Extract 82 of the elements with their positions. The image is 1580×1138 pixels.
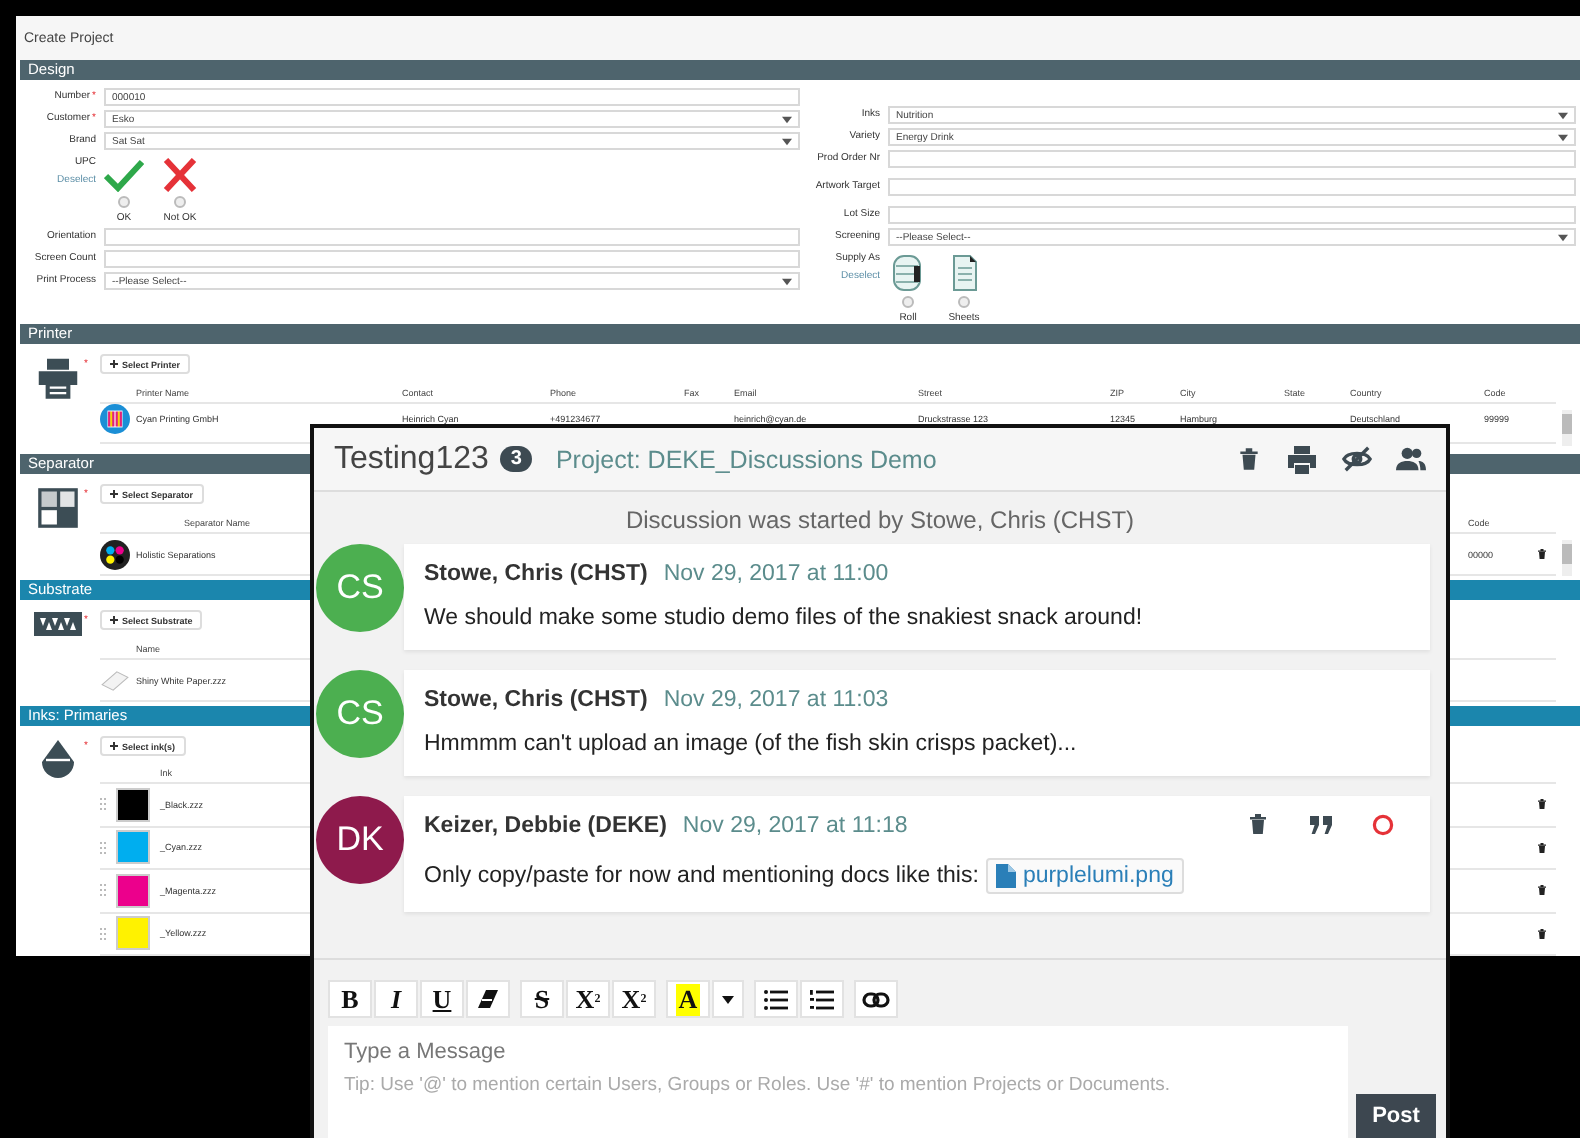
trash-icon[interactable] bbox=[1536, 884, 1548, 897]
message-time: Nov 29, 2017 at 11:00 bbox=[663, 562, 889, 586]
numbered-list-button[interactable] bbox=[800, 980, 844, 1018]
superscript-button[interactable]: X$^{2}$ bbox=[566, 980, 610, 1018]
caret-icon bbox=[782, 277, 792, 285]
plus-icon bbox=[110, 490, 118, 498]
text-field[interactable] bbox=[104, 228, 800, 246]
attachment-link[interactable]: purplelumi.png bbox=[986, 858, 1184, 894]
quote-icon[interactable] bbox=[1310, 815, 1332, 833]
caret-icon bbox=[1558, 133, 1568, 141]
circle-icon[interactable] bbox=[1372, 813, 1394, 835]
message-input[interactable]: Type a Message bbox=[344, 1038, 744, 1066]
check-icon bbox=[104, 158, 144, 192]
radio-button[interactable] bbox=[902, 296, 914, 308]
tip-text: Tip: Use '@' to mention certain Users, Groups or Roles. Use '#' to mention Projects or Documents. bbox=[344, 1074, 1173, 1096]
drag-handle-icon bbox=[100, 841, 106, 854]
text-field[interactable] bbox=[104, 250, 800, 268]
discussion-notice: Discussion was started by Stowe, Chris (CHST) bbox=[625, 506, 1135, 534]
message-text: Hmmmm can't upload an image (of the fish skin crisps packet)... bbox=[424, 732, 1077, 756]
paper-icon bbox=[100, 669, 130, 691]
message-text: Only copy/paste for now and mentioning docs like this: bbox=[424, 864, 979, 888]
message-text: We should make some studio demo files of the snakiest snack around! bbox=[424, 606, 1143, 630]
link-icon bbox=[862, 991, 890, 1007]
caret-icon bbox=[782, 115, 792, 123]
author-name: Stowe, Chris (CHST) bbox=[424, 562, 648, 586]
scrollbar[interactable] bbox=[1562, 410, 1572, 446]
drag-handle-icon bbox=[100, 927, 106, 940]
drag-handle-icon bbox=[100, 884, 106, 897]
underline-button[interactable]: U bbox=[420, 980, 464, 1018]
users-icon[interactable] bbox=[1396, 444, 1426, 474]
trash-icon[interactable] bbox=[1536, 927, 1548, 940]
printer-logo-icon bbox=[100, 404, 130, 434]
link-button[interactable] bbox=[854, 980, 898, 1018]
caret-icon bbox=[1558, 111, 1568, 119]
bullet-list-button[interactable] bbox=[754, 980, 798, 1018]
radio-button[interactable] bbox=[174, 196, 186, 208]
avatar: CS bbox=[316, 670, 404, 758]
hide-icon[interactable] bbox=[1342, 444, 1372, 474]
message-time: Nov 29, 2017 at 11:03 bbox=[663, 688, 889, 712]
trash-icon[interactable] bbox=[1536, 798, 1548, 811]
bullet-list-icon bbox=[764, 989, 788, 1009]
italic-button[interactable]: I bbox=[374, 980, 418, 1018]
message-time: Nov 29, 2017 at 11:18 bbox=[682, 814, 908, 838]
radio-button[interactable] bbox=[118, 196, 130, 208]
eraser-icon bbox=[478, 990, 498, 1008]
text-field[interactable] bbox=[888, 150, 1576, 168]
sheets-icon bbox=[951, 254, 977, 292]
scrollbar[interactable] bbox=[1562, 540, 1572, 576]
drag-handle-icon bbox=[100, 798, 106, 811]
caret-icon bbox=[1558, 233, 1568, 241]
avatar: DK bbox=[316, 796, 404, 884]
text-field[interactable] bbox=[888, 178, 1576, 196]
text-field[interactable] bbox=[888, 206, 1576, 224]
clear-format-button[interactable] bbox=[466, 980, 510, 1018]
radio-button[interactable] bbox=[958, 296, 970, 308]
printer-icon[interactable] bbox=[1286, 443, 1318, 475]
dropdown-button[interactable] bbox=[712, 980, 744, 1018]
bold-button[interactable]: B bbox=[328, 980, 372, 1018]
avatar: CS bbox=[316, 544, 404, 632]
author-name: Keizer, Debbie (DEKE) bbox=[424, 814, 667, 838]
trash-icon[interactable] bbox=[1536, 548, 1548, 560]
caret-icon bbox=[722, 995, 734, 1003]
printer-icon bbox=[36, 356, 80, 400]
separator-icon bbox=[36, 486, 80, 530]
numbered-list-icon bbox=[810, 989, 834, 1009]
plus-icon bbox=[110, 742, 118, 750]
plus-icon bbox=[110, 360, 118, 368]
caret-icon bbox=[782, 137, 792, 145]
substrate-icon bbox=[34, 612, 82, 636]
author-name: Stowe, Chris (CHST) bbox=[424, 688, 648, 712]
count-badge: 3 bbox=[500, 446, 532, 472]
post-button[interactable]: Post bbox=[1356, 1094, 1436, 1138]
roll-icon bbox=[892, 254, 924, 292]
cross-icon bbox=[162, 158, 198, 192]
file-icon bbox=[996, 864, 1017, 888]
trash-icon[interactable] bbox=[1536, 841, 1548, 854]
trash-icon[interactable] bbox=[1246, 812, 1270, 836]
trash-icon[interactable] bbox=[1236, 446, 1262, 472]
highlight-button[interactable]: A bbox=[666, 980, 710, 1018]
plus-icon bbox=[110, 616, 118, 624]
strikethrough-button[interactable]: S bbox=[520, 980, 564, 1018]
cmyk-icon bbox=[100, 539, 130, 569]
